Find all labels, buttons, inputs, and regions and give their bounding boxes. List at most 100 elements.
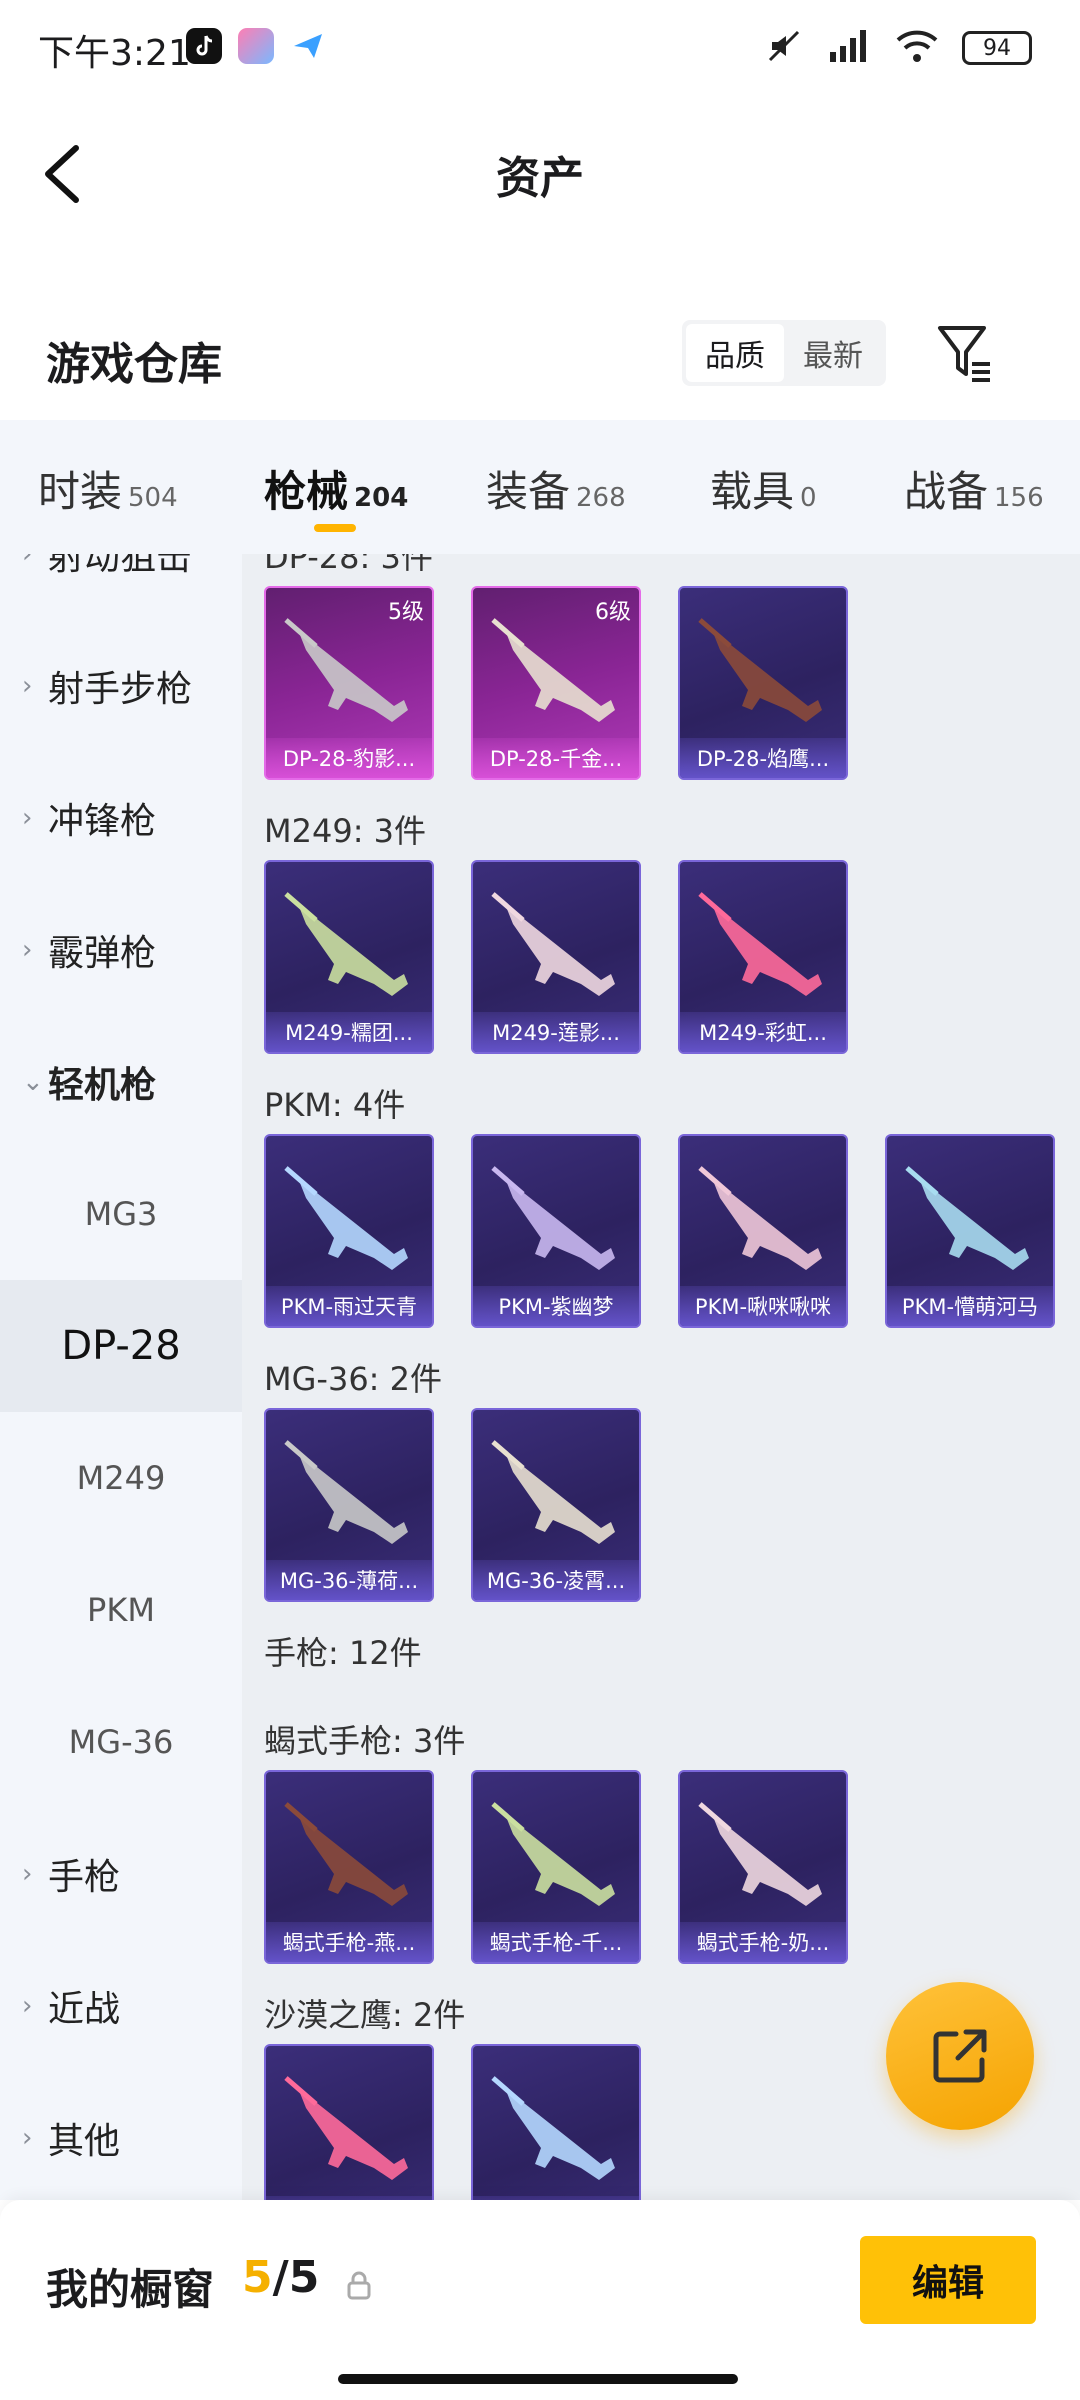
- skin-card[interactable]: PKM-紫幽梦: [471, 1134, 641, 1328]
- warehouse-header: 游戏仓库 品质 最新: [0, 300, 1080, 420]
- sidebar-item-label: 轻机枪: [48, 1065, 157, 1106]
- skin-level-badge: 5级: [388, 600, 424, 625]
- sidebar-item-label: 射动狙击: [48, 554, 193, 578]
- gun-skin-icon: [491, 1440, 615, 1544]
- tab-label: 时装: [38, 467, 123, 516]
- skin-card[interactable]: DP-28-焰鹰...: [678, 586, 848, 780]
- sidebar-item-marksman-rifle[interactable]: › 射手步枪: [0, 620, 242, 752]
- tab-count: 204: [354, 483, 409, 513]
- sidebar-item-pistol[interactable]: › 手枪: [0, 1808, 242, 1940]
- sidebar-item-lmg[interactable]: ⌄ 轻机枪: [0, 1016, 242, 1148]
- sidebar-sub-m249[interactable]: M249: [0, 1412, 242, 1544]
- showcase-count-total: 5: [288, 2252, 320, 2303]
- sort-toggle: 品质 最新: [682, 320, 886, 386]
- section-header: PKM: 4件: [264, 1086, 406, 1124]
- sort-quality-button[interactable]: 品质: [686, 324, 784, 382]
- tab-label: 载具: [710, 467, 795, 516]
- active-tab-indicator: [314, 524, 356, 532]
- sidebar-item-label: 霰弹枪: [48, 933, 157, 974]
- sidebar-sub-pkm[interactable]: PKM: [0, 1544, 242, 1676]
- section-header: 蝎式手枪: 3件: [264, 1722, 466, 1760]
- status-time: 下午3:21: [38, 33, 191, 74]
- skin-card[interactable]: MG-36-薄荷...: [264, 1408, 434, 1602]
- skin-card[interactable]: PKM-雨过天青: [264, 1134, 434, 1328]
- page-title: 资产: [496, 153, 584, 204]
- chevron-right-icon: ›: [22, 671, 33, 701]
- sidebar-item-shotgun[interactable]: › 霰弹枪: [0, 884, 242, 1016]
- skin-name: MG-36-薄荷...: [266, 1560, 432, 1600]
- showcase-count: 5/5: [242, 2252, 319, 2303]
- section-header-cut: DP-28: 3件: [264, 554, 433, 576]
- gun-skin-icon: [284, 1166, 408, 1270]
- skin-name: DP-28-焰鹰...: [680, 738, 846, 778]
- skin-name: MG-36-凌霄...: [473, 1560, 639, 1600]
- skin-card[interactable]: 5级 DP-28-豹影...: [264, 586, 434, 780]
- sidebar-sub-dp28[interactable]: DP-28: [0, 1280, 242, 1412]
- warehouse-title: 游戏仓库: [46, 339, 222, 390]
- signal-icon: [826, 26, 872, 70]
- skin-level-badge: 6级: [595, 600, 631, 625]
- sort-newest-button[interactable]: 最新: [784, 324, 882, 382]
- skin-card[interactable]: M249-糯团...: [264, 860, 434, 1054]
- chevron-right-icon: ›: [22, 935, 33, 965]
- skin-name: PKM-啾咪啾咪: [680, 1286, 846, 1326]
- skin-card[interactable]: M249-彩虹...: [678, 860, 848, 1054]
- skin-card[interactable]: MG-36-凌霄...: [471, 1408, 641, 1602]
- skin-name: PKM-紫幽梦: [473, 1286, 639, 1326]
- sidebar-item-other[interactable]: › 其他: [0, 2072, 242, 2200]
- gun-skin-icon: [284, 2076, 408, 2180]
- group-header: 手枪: 12件: [264, 1634, 422, 1672]
- gun-skin-icon: [284, 892, 408, 996]
- skin-name: 蝎式手枪-奶...: [680, 1922, 846, 1962]
- tab-equipment[interactable]: 装备 268: [486, 458, 626, 519]
- tab-vehicles[interactable]: 载具 0: [710, 458, 817, 519]
- skin-card[interactable]: 蝎式手枪-燕...: [264, 1770, 434, 1964]
- skin-name: M249-糯团...: [266, 1012, 432, 1052]
- sidebar-item-melee[interactable]: › 近战: [0, 1940, 242, 2072]
- section-header: M249: 3件: [264, 812, 427, 850]
- gun-skin-icon: [491, 1802, 615, 1906]
- skin-name: DP-28-千金...: [473, 738, 639, 778]
- battery-icon: 94: [962, 31, 1032, 65]
- gun-skin-icon: [284, 1440, 408, 1544]
- showcase-count-separator: /: [272, 2252, 289, 2303]
- sidebar-item-cut[interactable]: › 射动狙击: [0, 554, 242, 620]
- skin-card[interactable]: PKM-啾咪啾咪: [678, 1134, 848, 1328]
- gun-skin-icon: [491, 892, 615, 996]
- skin-name: 蝎式手枪-燕...: [266, 1922, 432, 1962]
- game-app-icon: [238, 28, 274, 64]
- chevron-right-icon: ›: [22, 2123, 33, 2153]
- gun-skin-icon: [698, 618, 822, 722]
- tab-count: 504: [128, 483, 178, 513]
- tab-outfit[interactable]: 时装 504: [38, 458, 178, 519]
- skin-card[interactable]: [264, 2044, 434, 2200]
- mute-icon: [764, 26, 804, 70]
- sidebar-item-smg[interactable]: › 冲锋枪: [0, 752, 242, 884]
- weapon-category-sidebar: › 射动狙击 › 射手步枪 › 冲锋枪 › 霰弹枪 ⌄ 轻机枪 MG3 DP-2…: [0, 554, 242, 2200]
- gun-skin-icon: [698, 1166, 822, 1270]
- skin-card[interactable]: PKM-懵萌河马: [885, 1134, 1055, 1328]
- share-button[interactable]: [886, 1982, 1034, 2130]
- sidebar-sub-mg3[interactable]: MG3: [0, 1148, 242, 1280]
- tab-supplies[interactable]: 战备 156: [904, 458, 1044, 519]
- filter-icon: [938, 326, 990, 382]
- tab-count: 0: [800, 483, 817, 513]
- chevron-down-icon: ⌄: [22, 1067, 44, 1097]
- edit-button[interactable]: 编辑: [860, 2236, 1036, 2324]
- skin-card[interactable]: M249-莲影...: [471, 860, 641, 1054]
- tab-label: 枪械: [264, 467, 349, 516]
- wifi-icon: [894, 26, 940, 70]
- tab-label: 装备: [486, 467, 571, 516]
- filter-button[interactable]: [936, 322, 994, 384]
- sidebar-sub-mg36[interactable]: MG-36: [0, 1676, 242, 1808]
- skin-card[interactable]: 6级 DP-28-千金...: [471, 586, 641, 780]
- sidebar-item-label: 近战: [48, 1989, 121, 2030]
- sidebar-item-label: 射手步枪: [48, 669, 193, 710]
- gun-skin-icon: [491, 1166, 615, 1270]
- tab-count: 268: [576, 483, 626, 513]
- chevron-right-icon: ›: [22, 554, 33, 569]
- skin-card[interactable]: [471, 2044, 641, 2200]
- skin-card[interactable]: 蝎式手枪-奶...: [678, 1770, 848, 1964]
- tab-firearms[interactable]: 枪械 204: [264, 458, 408, 519]
- skin-card[interactable]: 蝎式手枪-千...: [471, 1770, 641, 1964]
